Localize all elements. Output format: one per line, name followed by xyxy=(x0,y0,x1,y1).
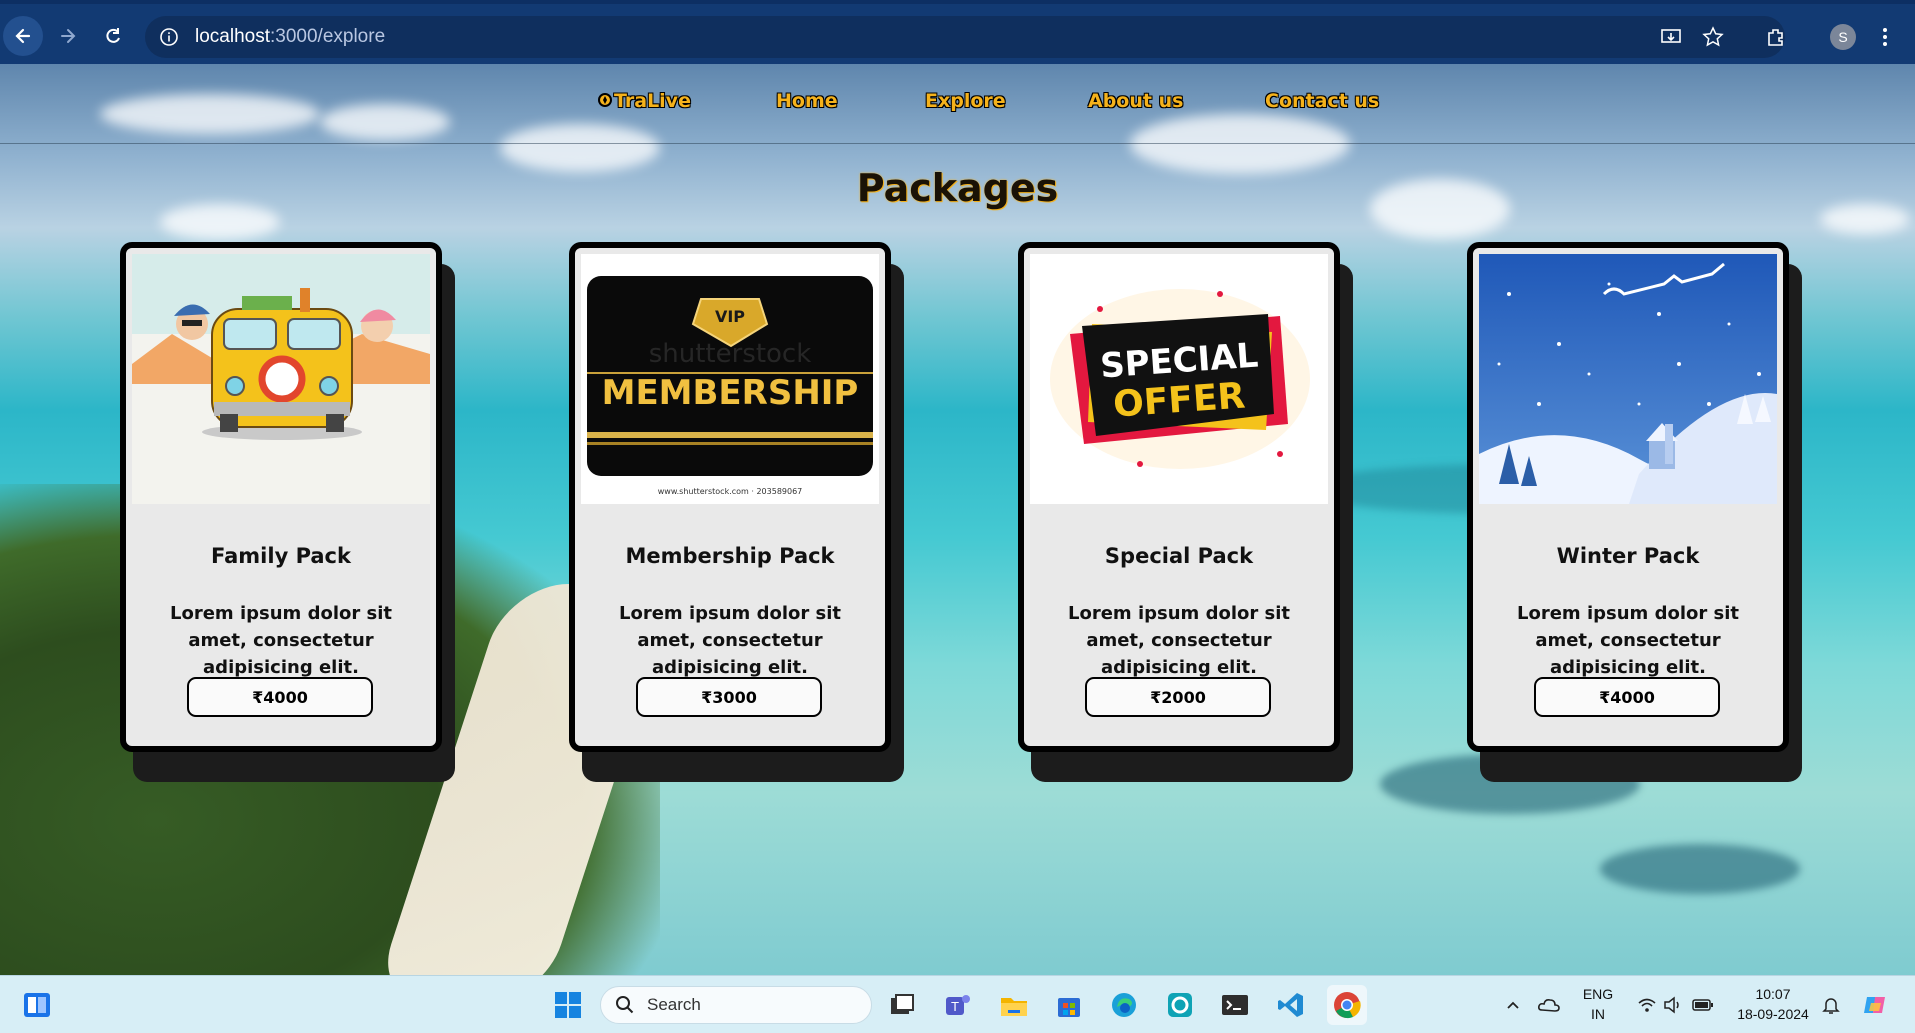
brand-name: TraLive xyxy=(614,90,691,112)
nav-contact-us[interactable]: Contact us xyxy=(1265,90,1379,112)
store-icon[interactable] xyxy=(1052,988,1086,1022)
card-description: Lorem ipsum dolor sit amet, consectetur … xyxy=(619,603,841,678)
address-bar[interactable]: localhost:3000/explore xyxy=(145,16,1785,58)
price-button[interactable]: ₹3000 xyxy=(636,677,822,717)
widgets-icon[interactable] xyxy=(20,988,54,1022)
rupee-icon: ₹ xyxy=(1599,687,1611,707)
compass-icon xyxy=(598,93,612,107)
rupee-icon: ₹ xyxy=(1150,687,1162,707)
price-value: 2000 xyxy=(1161,687,1206,707)
url-host: localhost xyxy=(195,26,270,47)
clock-date: 18-09-2024 xyxy=(1737,1006,1809,1022)
brand-logo[interactable]: TraLive xyxy=(597,90,691,112)
svg-text:T: T xyxy=(950,1000,959,1014)
clock[interactable]: 10:07 18-09-2024 xyxy=(1728,984,1818,1024)
nav-explore[interactable]: Explore xyxy=(925,90,1006,112)
language-indicator[interactable]: ENG IN xyxy=(1578,984,1618,1024)
battery-icon[interactable] xyxy=(1686,988,1720,1022)
notification-bell-icon[interactable] xyxy=(1814,988,1848,1022)
more-menu-icon[interactable] xyxy=(1880,22,1890,52)
arrow-right-icon xyxy=(61,29,76,43)
rupee-icon: ₹ xyxy=(252,687,264,707)
chevron-up-icon[interactable] xyxy=(1496,988,1530,1022)
package-card-special: SPECIAL OFFER Special Pack Lorem ipsum d… xyxy=(1018,242,1340,752)
price-button[interactable]: ₹4000 xyxy=(187,677,373,717)
special-offer-image: SPECIAL OFFER xyxy=(1030,254,1328,504)
rupee-icon: ₹ xyxy=(701,687,713,707)
install-app-icon[interactable] xyxy=(1660,22,1682,52)
search-icon xyxy=(616,996,634,1014)
os-taskbar: Search T ENG IN 10:07 18-09-2024 xyxy=(0,975,1915,1033)
reload-button[interactable] xyxy=(93,16,133,56)
copilot-icon[interactable] xyxy=(1858,988,1892,1022)
back-button[interactable] xyxy=(3,16,43,56)
volume-icon[interactable] xyxy=(1656,988,1690,1022)
clock-time: 10:07 xyxy=(1755,986,1791,1002)
card-title: Membership Pack xyxy=(625,544,835,568)
price-value: 4000 xyxy=(263,687,308,707)
card-description: Lorem ipsum dolor sit amet, consectetur … xyxy=(170,603,392,678)
top-navigation: TraLive Home Explore About us Contact us xyxy=(0,64,1915,144)
bookmark-star-icon[interactable] xyxy=(1702,22,1724,52)
forward-button[interactable] xyxy=(48,16,88,56)
membership-text: MEMBERSHIP xyxy=(602,373,859,413)
vip-badge-text: VIP xyxy=(715,307,745,326)
region-code: IN xyxy=(1591,1006,1605,1022)
vip-membership-image: VIP shutterstock MEMBERSHIP www.shutters… xyxy=(581,254,879,504)
start-windows-icon[interactable] xyxy=(551,988,585,1022)
profile-avatar[interactable]: S xyxy=(1830,24,1856,50)
price-value: 4000 xyxy=(1610,687,1655,707)
watermark-text: shutterstock xyxy=(649,339,812,369)
arrow-left-icon xyxy=(15,28,31,44)
card-title: Winter Pack xyxy=(1556,544,1700,568)
edge-icon[interactable] xyxy=(1107,988,1141,1022)
package-card-winter: Winter Pack Lorem ipsum dolor sit amet, … xyxy=(1467,242,1789,752)
page-background: TraLive Home Explore About us Contact us… xyxy=(0,64,1915,975)
site-info-icon[interactable] xyxy=(159,27,179,47)
extensions-icon[interactable] xyxy=(1765,22,1787,52)
package-card-membership: VIP shutterstock MEMBERSHIP www.shutters… xyxy=(569,242,891,752)
url-path: :3000/explore xyxy=(270,26,386,47)
task-view-icon[interactable] xyxy=(885,988,919,1022)
reload-icon xyxy=(106,28,120,43)
url-text: localhost:3000/explore xyxy=(195,26,385,48)
page-title: Packages xyxy=(856,166,1059,210)
image-footer-text: www.shutterstock.com · 203589067 xyxy=(658,487,803,496)
price-button[interactable]: ₹2000 xyxy=(1085,677,1271,717)
card-description: Lorem ipsum dolor sit amet, consectetur … xyxy=(1068,603,1290,678)
family-van-image xyxy=(132,254,430,504)
vscode-icon[interactable] xyxy=(1274,988,1308,1022)
nav-home[interactable]: Home xyxy=(776,90,838,112)
reef xyxy=(1600,844,1800,894)
taskbar-search[interactable]: Search xyxy=(600,986,872,1024)
price-value: 3000 xyxy=(712,687,757,707)
chrome-icon[interactable] xyxy=(1327,985,1367,1025)
winter-snow-image xyxy=(1479,254,1777,504)
card-title: Special Pack xyxy=(1104,544,1254,568)
app-circle-icon[interactable] xyxy=(1163,988,1197,1022)
terminal-icon[interactable] xyxy=(1218,988,1252,1022)
onedrive-icon[interactable] xyxy=(1532,988,1566,1022)
nav-about-us[interactable]: About us xyxy=(1088,90,1183,112)
card-description: Lorem ipsum dolor sit amet, consectetur … xyxy=(1517,603,1739,678)
price-button[interactable]: ₹4000 xyxy=(1534,677,1720,717)
package-card-family: Family Pack Lorem ipsum dolor sit amet, … xyxy=(120,242,442,752)
browser-toolbar: localhost:3000/explore S xyxy=(0,0,1915,64)
file-explorer-icon[interactable] xyxy=(997,988,1031,1022)
card-title: Family Pack xyxy=(211,544,351,568)
search-placeholder: Search xyxy=(647,995,701,1014)
language-code: ENG xyxy=(1582,986,1614,1002)
teams-icon[interactable]: T xyxy=(941,988,975,1022)
